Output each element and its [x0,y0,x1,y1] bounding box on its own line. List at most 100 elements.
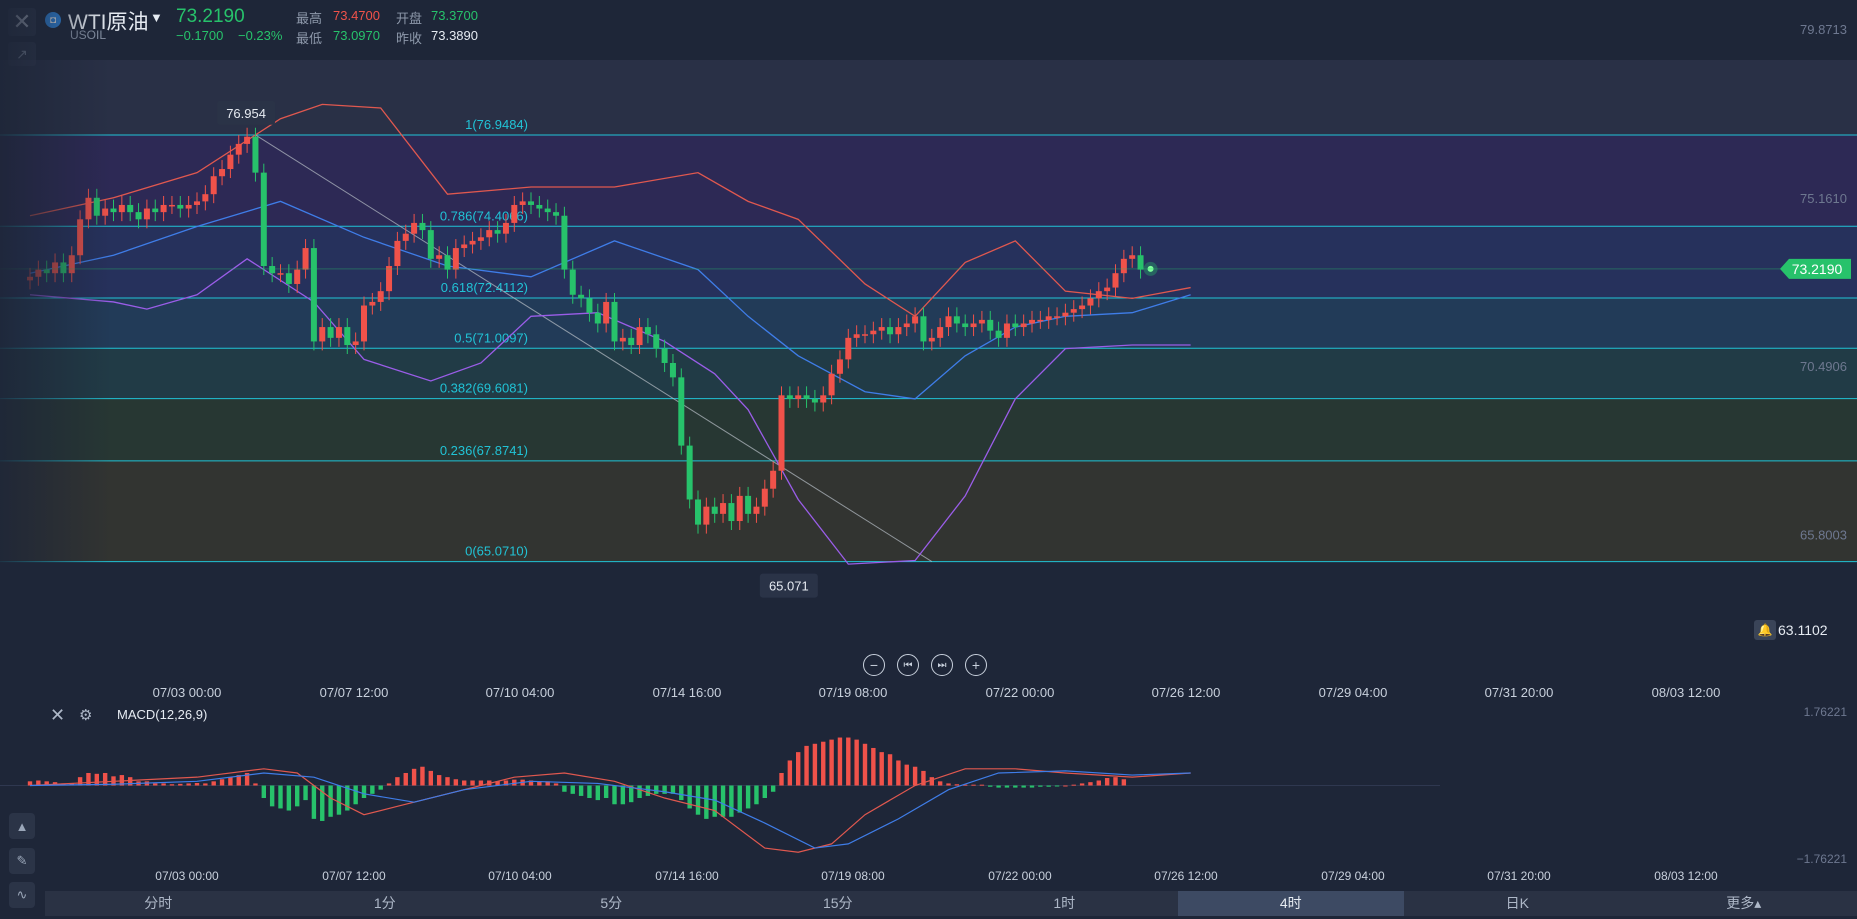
macd-x-axis-label: 07/31 20:00 [1487,869,1551,883]
fib-band [0,398,1857,461]
macd-bar [720,785,726,817]
candle-body [502,222,509,234]
candle-body [52,262,59,274]
candle-body [845,337,852,360]
timeframe-tab[interactable]: 1分 [272,891,499,916]
timeframe-bar: 分时 1分 5分 15分 1时 4时 日K 更多▴ [45,891,1857,916]
macd-bar [570,785,575,794]
candle-body [118,204,125,213]
macd-bar [603,785,609,799]
macd-bar [94,773,99,786]
timeframe-tab[interactable]: 更多▴ [1631,891,1857,916]
macd-bar [1013,785,1018,788]
macd-bar [311,785,317,819]
timeframe-tab[interactable]: 1时 [951,891,1178,916]
candle-body [1079,305,1086,310]
candle-body [1054,316,1061,318]
timeframe-tab[interactable]: 4时 [1177,891,1404,916]
low-marker-label: 65.071 [769,579,809,594]
price-chart[interactable]: 1(76.9484)0.786(74.4066)0.618(72.4112)0.… [0,0,1857,919]
macd-bar [837,737,843,786]
candle-body [586,298,593,313]
candle-body [678,377,685,446]
line-tool-icon[interactable]: ∿ [9,882,35,908]
x-axis-label: 07/31 20:00 [1485,685,1554,700]
bell-icon[interactable]: 🔔 [1754,620,1776,640]
candle-body [235,143,242,155]
candle-body [335,327,342,338]
macd-bar [871,747,876,786]
pencil-icon[interactable]: ✎ [9,848,35,874]
macd-bar [737,785,742,813]
candle-body [1087,298,1094,306]
macd-bar [1038,785,1043,787]
macd-bar [211,781,216,786]
candle-body [27,276,33,281]
fib-band [0,348,1857,399]
candle-body [168,204,175,207]
macd-bar [1046,785,1051,787]
fib-label: 0.618(72.4112) [441,280,528,295]
candle-body [1095,291,1102,299]
candle-body [444,255,451,270]
candle-body [377,291,384,302]
x-axis-label: 07/22 00:00 [986,685,1055,700]
macd-bar [637,785,642,799]
candle-body [578,294,585,299]
macd-bar [879,752,884,786]
macd-bar [854,739,859,786]
candle-body [820,395,827,403]
macd-bar [1071,784,1076,786]
zoom-in-button[interactable]: + [965,654,987,676]
indicator-tool-icon[interactable]: ▲ [9,813,35,839]
prev-button[interactable]: ⏮ [897,654,919,676]
macd-close-icon[interactable]: ✕ [50,705,65,726]
macd-bar [303,785,308,801]
next-button[interactable]: ⏭ [931,654,953,676]
fib-band [0,226,1857,298]
candle-body [210,176,217,195]
candle-body [411,222,418,234]
timeframe-tab[interactable]: 5分 [498,891,725,916]
candle-body [369,301,376,306]
fib-label: 0.236(67.8741) [440,443,528,458]
candle-body [1120,258,1127,274]
macd-bar [929,777,934,786]
macd-x-axis-label: 07/10 04:00 [488,869,552,883]
candle-body [720,503,727,514]
macd-x-axis-label: 07/07 12:00 [322,869,386,883]
macd-bar [161,783,166,786]
macd-bar [428,770,433,786]
macd-bar [453,779,459,786]
macd-bar [1054,785,1060,787]
timeframe-tab[interactable]: 分时 [45,891,272,916]
candle-body [661,348,668,363]
macd-settings-icon[interactable]: ⚙ [79,706,92,724]
zoom-out-button[interactable]: − [863,654,885,676]
candle-body [461,244,468,249]
macd-bar [988,785,993,787]
candle-body [302,248,309,270]
x-axis-label: 07/07 12:00 [320,685,389,700]
macd-bar [821,741,826,786]
macd-bar [102,772,108,786]
fib-label: 0.5(71.0097) [454,330,528,345]
candle-body [753,506,760,514]
candle-body [628,337,635,346]
candle-body [778,395,785,471]
candle-body [786,395,793,399]
candle-body [728,503,735,522]
fib-label: 0(65.0710) [465,544,528,559]
macd-bar [1004,785,1010,788]
candle-body [736,495,743,522]
candle-body [770,470,777,489]
macd-bar [1096,780,1101,786]
candle-body [569,269,576,295]
candle-body [344,327,351,346]
macd-bar [228,777,233,786]
candle-body [252,136,259,173]
timeframe-tab[interactable]: 15分 [725,891,952,916]
timeframe-tab[interactable]: 日K [1404,891,1631,916]
candle-body [1129,255,1136,259]
fib-band [0,134,1857,227]
